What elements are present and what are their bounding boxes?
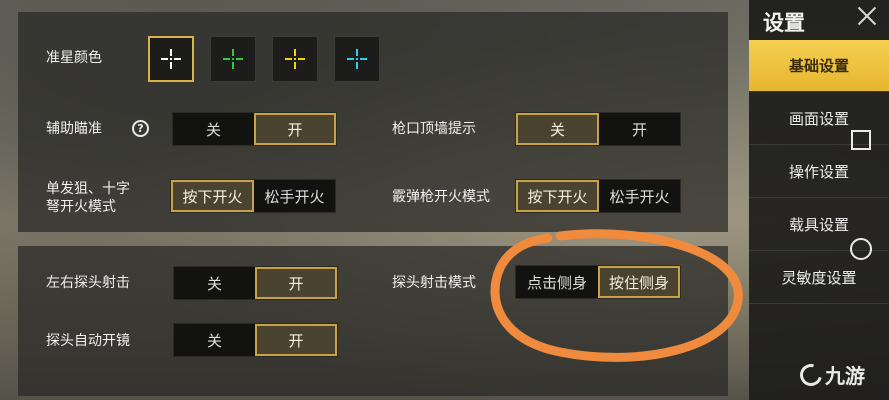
peek-auto-scope-on-option[interactable]: 开 — [255, 324, 337, 356]
single-fire-toggle: 按下开火 松手开火 — [170, 179, 336, 213]
peek-auto-scope-label: 探头自动开镜 — [46, 333, 130, 349]
single-fire-press-option[interactable]: 按下开火 — [171, 180, 254, 212]
peek-auto-scope-toggle: 关 开 — [173, 323, 338, 357]
peek-fire-mode-tap-option[interactable]: 点击侧身 — [516, 266, 598, 298]
peek-fire-mode-label: 探头射击模式 — [392, 275, 476, 291]
muzzle-wall-hint-label: 枪口顶墙提示 — [392, 121, 476, 137]
crosshair-color-label: 准星颜色 — [46, 50, 102, 66]
shotgun-fire-toggle: 按下开火 松手开火 — [515, 179, 681, 213]
crosshair-swatch-green[interactable] — [210, 36, 256, 82]
crosshair-icon — [223, 49, 243, 69]
single-fire-label-line1: 单发狙、十字 — [46, 181, 130, 197]
aim-assist-off-option[interactable]: 关 — [173, 113, 254, 145]
watermark-text: 九游 — [825, 364, 865, 388]
crosshair-swatch-white[interactable] — [148, 36, 194, 82]
watermark-logo: 九游 — [795, 359, 865, 390]
peek-fire-toggle: 关 开 — [173, 266, 338, 300]
peek-auto-scope-off-option[interactable]: 关 — [174, 324, 255, 356]
crosshair-icon — [161, 49, 181, 69]
aim-assist-toggle: 关 开 — [172, 112, 337, 146]
help-icon[interactable]: ? — [132, 120, 149, 137]
sidebar-title: 设置 — [763, 11, 805, 35]
peek-fire-off-option[interactable]: 关 — [174, 267, 255, 299]
jiuyou-logo-icon — [795, 359, 827, 390]
close-icon[interactable] — [856, 5, 878, 27]
crosshair-swatch-yellow[interactable] — [272, 36, 318, 82]
shotgun-fire-press-option[interactable]: 按下开火 — [516, 180, 599, 212]
crosshair-icon — [347, 49, 367, 69]
peek-fire-mode-toggle: 点击侧身 按住侧身 — [515, 265, 681, 299]
crosshair-icon — [285, 49, 305, 69]
peek-fire-on-option[interactable]: 开 — [255, 267, 337, 299]
muzzle-wall-hint-on-option[interactable]: 开 — [599, 113, 680, 145]
aim-assist-label: 辅助瞄准 — [46, 121, 102, 137]
peek-fire-mode-hold-option[interactable]: 按住侧身 — [598, 266, 680, 298]
muzzle-wall-hint-toggle: 关 开 — [515, 112, 681, 146]
single-fire-label-line2: 弩开火模式 — [46, 199, 116, 215]
sidebar-item-sensitivity[interactable]: 灵敏度设置 — [749, 252, 889, 304]
aim-assist-on-option[interactable]: 开 — [254, 113, 336, 145]
muzzle-wall-hint-off-option[interactable]: 关 — [516, 113, 599, 145]
crosshair-swatch-cyan[interactable] — [334, 36, 380, 82]
shotgun-fire-label: 霰弹枪开火模式 — [392, 189, 490, 205]
single-fire-release-option[interactable]: 松手开火 — [254, 180, 335, 212]
floating-circle-button[interactable] — [850, 238, 872, 260]
peek-fire-label: 左右探头射击 — [46, 275, 130, 291]
floating-square-button[interactable] — [851, 130, 871, 150]
sidebar-item-controls[interactable]: 操作设置 — [749, 146, 889, 198]
sidebar-item-basic[interactable]: 基础设置 — [749, 40, 889, 92]
shotgun-fire-release-option[interactable]: 松手开火 — [599, 180, 680, 212]
